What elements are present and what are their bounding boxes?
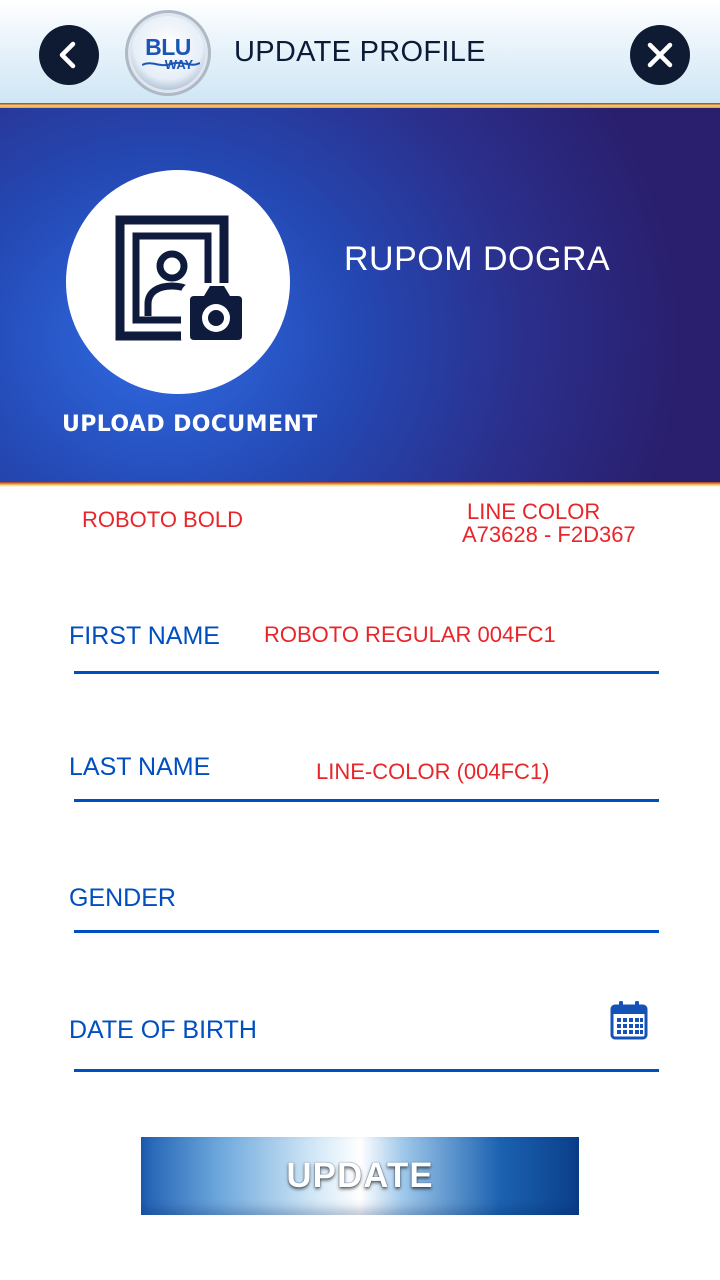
gender-label: GENDER [69,884,176,912]
chevron-left-icon [59,41,76,69]
annotation-line-color-values: A73628 - F2D367 [462,522,636,547]
update-button[interactable]: UPDATE [141,1137,579,1215]
dob-field[interactable] [74,1069,659,1072]
close-button[interactable] [630,25,690,85]
annotation-line-color-title: LINE COLOR [467,499,601,524]
gender-field[interactable] [74,930,659,933]
profile-banner: UPLOAD DOCUMENT RUPOM DOGRA [0,108,720,482]
update-button-label: UPDATE [286,1156,434,1195]
page-title: UPDATE PROFILE [234,36,486,68]
dob-label: DATE OF BIRTH [69,1016,257,1044]
annotation-font: ROBOTO BOLD [82,507,243,532]
logo-text-blu: BLU [145,33,191,60]
calendar-icon[interactable] [610,1000,648,1040]
close-icon [647,42,673,68]
back-button[interactable] [39,25,99,85]
logo-wave-icon [142,61,200,67]
user-name: RUPOM DOGRA [344,240,611,278]
annotation-field-font: ROBOTO REGULAR 004FC1 [264,622,556,647]
last-name-field[interactable] [74,799,659,802]
upload-document-label[interactable]: UPLOAD DOCUMENT [62,412,318,437]
last-name-label: LAST NAME [69,753,211,781]
upload-document-button[interactable] [66,170,290,394]
first-name-field[interactable] [74,671,659,674]
app-header: BLU WAY UPDATE PROFILE [0,0,720,103]
banner-accent-line [0,482,720,487]
photo-camera-icon [115,215,248,349]
bluway-logo: BLU WAY [125,10,211,96]
first-name-label: FIRST NAME [69,622,220,650]
annotation-field-line: LINE-COLOR (004FC1) [316,759,550,784]
